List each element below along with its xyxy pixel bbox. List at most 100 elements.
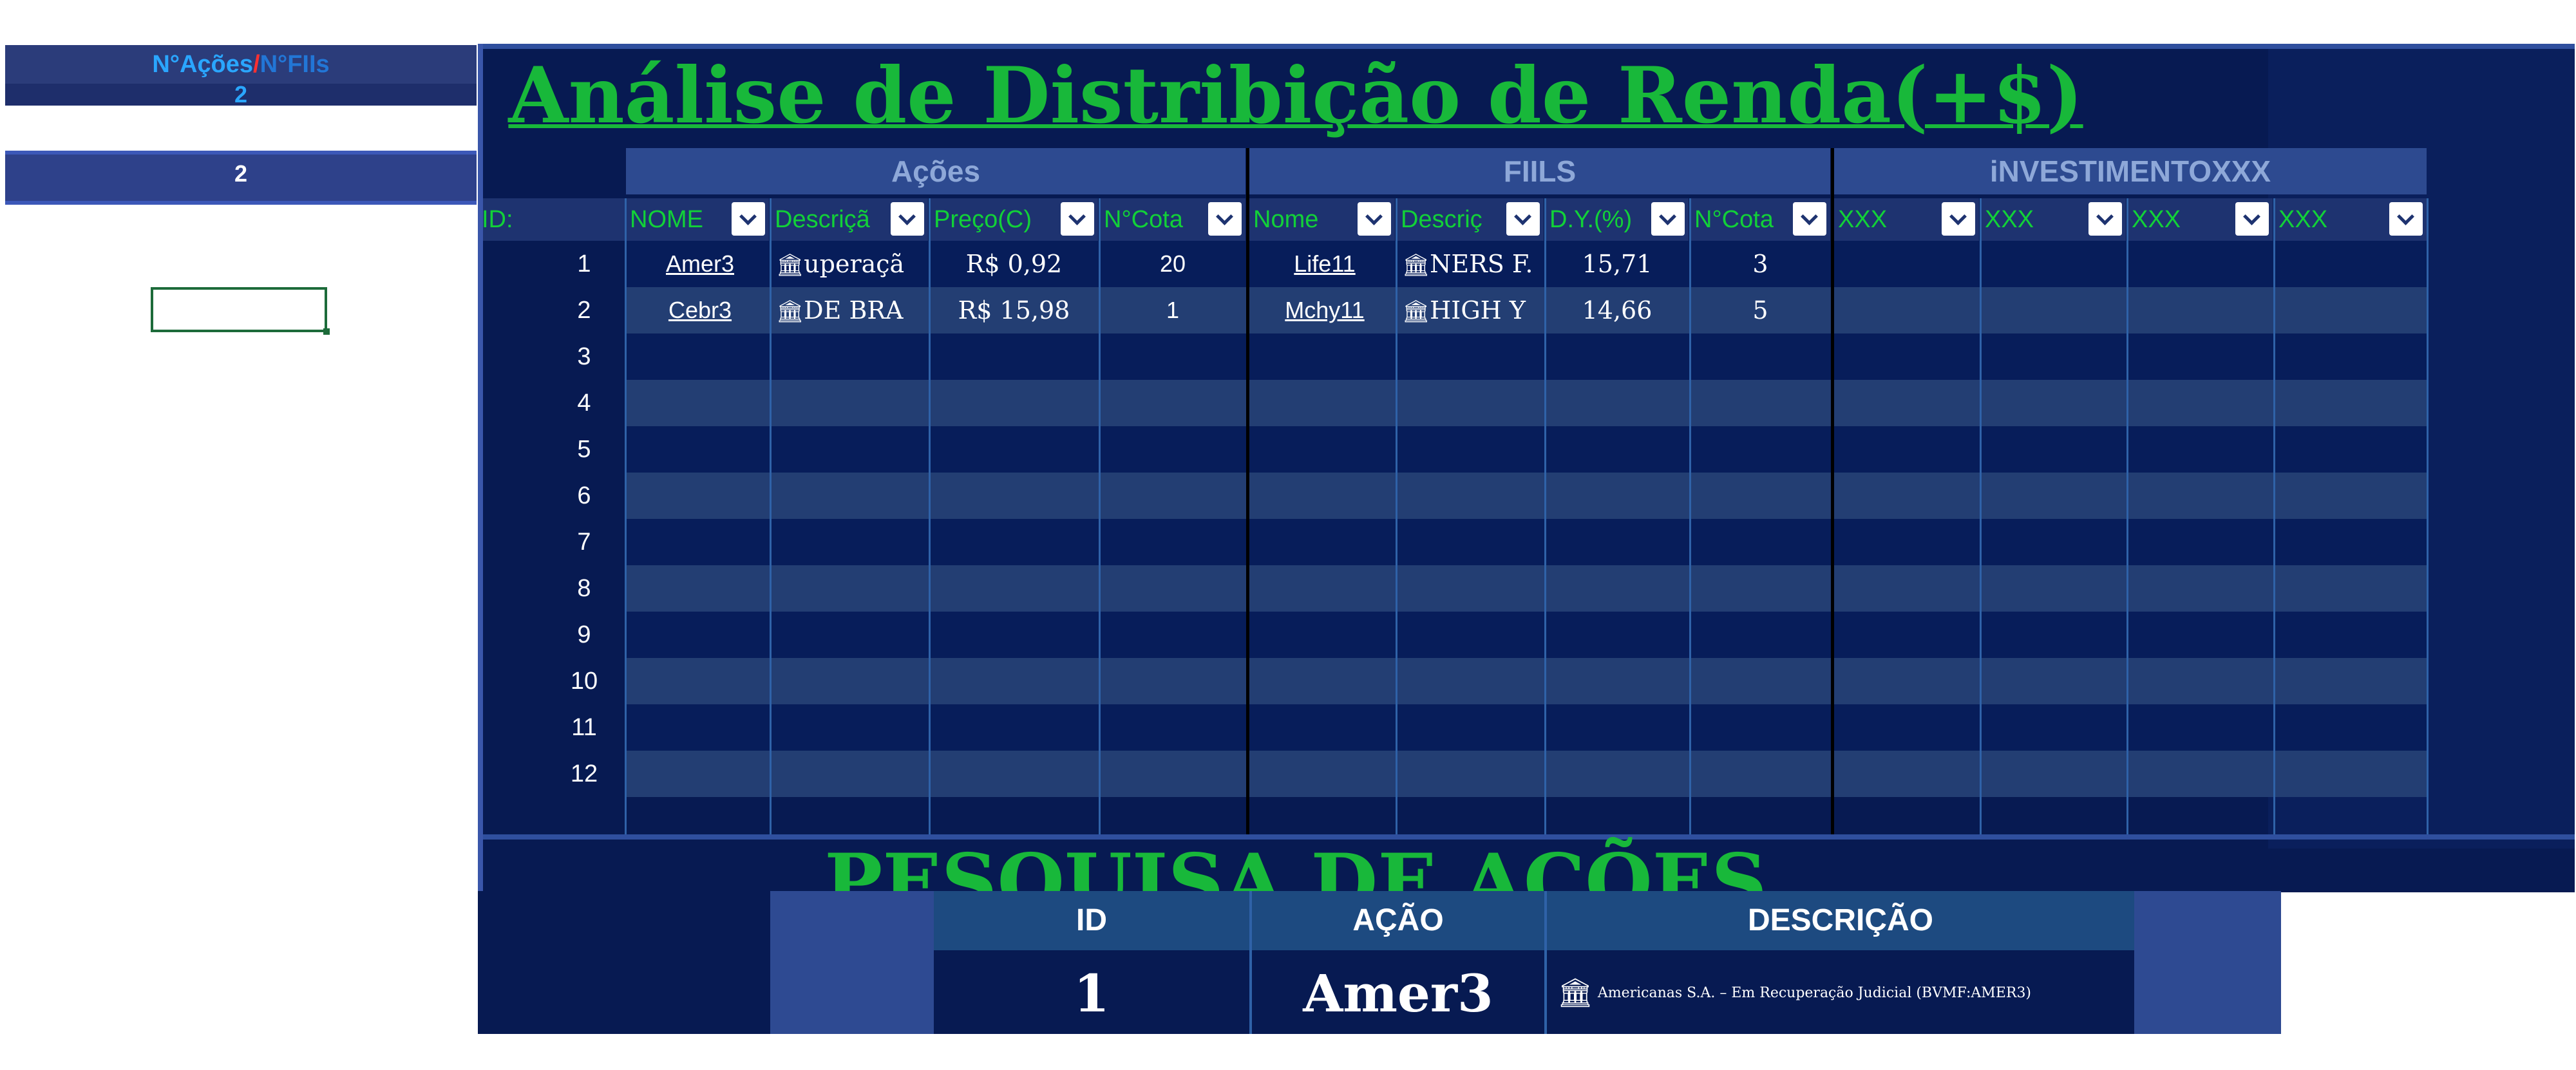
column-header-label: D.Y.(%) — [1549, 206, 1633, 233]
fii-nome-cell[interactable]: Mchy11 — [1249, 287, 1395, 333]
column-header-xxx-3[interactable]: XXX — [2128, 198, 2273, 241]
filter-dropdown-icon[interactable] — [732, 202, 765, 236]
table-row: 12 — [478, 751, 2427, 797]
fii-cotas-cell[interactable]: 5 — [1690, 287, 1830, 333]
table-row: 11 — [478, 704, 2427, 751]
summary-header: N°Ações/N°FIIs 2 — [5, 45, 477, 106]
panel-left-border — [478, 44, 483, 892]
row-id: 7 — [577, 529, 591, 556]
acao-nome-cell[interactable]: Amer3 — [626, 241, 769, 287]
filter-dropdown-icon[interactable] — [891, 202, 924, 236]
acoes-count-value[interactable]: 2 — [5, 83, 477, 106]
acao-cotas-cell[interactable]: 1 — [1100, 287, 1245, 333]
column-header-label: XXX — [1985, 206, 2034, 233]
row-id: 9 — [577, 621, 591, 648]
grid-line — [929, 198, 931, 836]
table-row: 7 — [478, 519, 2427, 565]
column-header-xxx-1[interactable]: XXX — [1834, 198, 1979, 241]
column-header-label: XXX — [1838, 206, 1888, 233]
row-band — [626, 333, 2427, 380]
group-divider — [1831, 148, 1834, 836]
column-header-descricao[interactable]: Descriçã — [771, 198, 928, 241]
filter-dropdown-icon[interactable] — [1793, 202, 1826, 236]
filter-dropdown-icon[interactable] — [2235, 202, 2269, 236]
search-results-table: ID AÇÃO DESCRIÇÃO 1 Amer3 🏛 Americanas S… — [934, 891, 2134, 1034]
fiis-count-value[interactable]: 2 — [5, 151, 477, 205]
bank-icon: 🏛 — [1402, 252, 1430, 278]
search-panel: ID AÇÃO DESCRIÇÃO 1 Amer3 🏛 Americanas S… — [478, 891, 2281, 1034]
grid-line — [2273, 198, 2275, 836]
fii-cotas-cell[interactable]: 3 — [1690, 241, 1830, 287]
search-result-descricao[interactable]: 🏛 Americanas S.A. – Em Recuperação Judic… — [1547, 953, 2134, 1034]
grid-line — [1689, 198, 1691, 836]
filter-dropdown-icon[interactable] — [1942, 202, 1975, 236]
fii-dy-cell[interactable]: 14,66 — [1546, 287, 1689, 333]
filter-dropdown-icon[interactable] — [2088, 202, 2122, 236]
search-result-id[interactable]: 1 — [934, 953, 1249, 1034]
selected-cell[interactable] — [151, 287, 330, 335]
acao-descricao-cell[interactable]: 🏛DE BRA — [771, 287, 928, 333]
search-header-id: ID — [934, 891, 1249, 950]
acao-nome-cell[interactable]: Cebr3 — [626, 287, 769, 333]
search-header-descricao: DESCRIÇÃO — [1547, 891, 2134, 950]
row-id: 3 — [577, 343, 591, 370]
grid-line — [625, 198, 627, 836]
row-band — [626, 704, 2427, 751]
column-header-label: Descriçã — [775, 206, 870, 233]
column-header-preco[interactable]: Preço(C) — [930, 198, 1098, 241]
column-header-label: Descriç — [1401, 206, 1482, 233]
search-result-descricao-text: Americanas S.A. – Em Recuperação Judicia… — [1597, 985, 2032, 1001]
group-divider — [1246, 148, 1249, 836]
filter-dropdown-icon[interactable] — [1506, 202, 1540, 236]
fill-handle[interactable] — [323, 328, 330, 335]
main-panel: Análise de Distribição de Renda(+$) Açõe… — [478, 44, 2575, 928]
column-header-xxx-4[interactable]: XXX — [2275, 198, 2427, 241]
page-title: Análise de Distribição de Renda(+$) — [508, 50, 2083, 141]
search-result-acao[interactable]: Amer3 — [1252, 953, 1544, 1034]
column-header-ncotas[interactable]: N°Cota — [1100, 198, 1245, 241]
row-id: 11 — [571, 714, 597, 741]
column-header-nome[interactable]: NOME — [626, 198, 769, 241]
table-row: 3 — [478, 333, 2427, 380]
fii-descricao-cell[interactable]: 🏛HIGH Y — [1397, 287, 1544, 333]
filter-dropdown-icon[interactable] — [1358, 202, 1391, 236]
filter-dropdown-icon[interactable] — [1208, 202, 1242, 236]
cell-text: DE BRA — [804, 296, 904, 324]
table-row: 8 — [478, 565, 2427, 612]
bank-icon: 🏛 — [776, 299, 804, 324]
row-id: 5 — [577, 436, 591, 463]
acao-preco-cell[interactable]: R$ 0,92 — [930, 241, 1098, 287]
row-id: 4 — [577, 390, 591, 417]
table-row: 2 Cebr3 🏛DE BRA R$ 15,98 1 Mchy11 🏛HIGH Y 14,66… — [478, 287, 2427, 333]
fii-dy-cell[interactable]: 15,71 — [1546, 241, 1689, 287]
table-row: 6 — [478, 473, 2427, 519]
column-header-fii-ncotas[interactable]: N°Cota — [1690, 198, 1830, 241]
column-header-fii-nome[interactable]: Nome — [1249, 198, 1395, 241]
filter-dropdown-icon[interactable] — [1651, 202, 1685, 236]
row-band — [626, 658, 2427, 704]
search-left-filler — [478, 891, 770, 1034]
row-id: 12 — [570, 760, 598, 787]
grid-line — [1099, 198, 1101, 836]
column-header-fii-descricao[interactable]: Descriç — [1397, 198, 1544, 241]
bank-icon: 🏛 — [776, 252, 804, 278]
fii-nome-cell[interactable]: Life11 — [1249, 241, 1395, 287]
row-id: 1 — [577, 250, 591, 277]
fii-descricao-cell[interactable]: 🏛NERS F. — [1397, 241, 1544, 287]
filter-dropdown-icon[interactable] — [2389, 202, 2423, 236]
row-id: 8 — [577, 575, 591, 602]
filter-dropdown-icon[interactable] — [1061, 202, 1094, 236]
acao-preco-cell[interactable]: R$ 15,98 — [930, 287, 1098, 333]
row-id: 10 — [570, 668, 598, 695]
row-band — [626, 612, 2427, 658]
column-header-label: Preço(C) — [934, 206, 1032, 233]
acao-cotas-cell[interactable]: 20 — [1100, 241, 1245, 287]
grid-line — [1396, 198, 1397, 836]
column-header-xxx-2[interactable]: XXX — [1981, 198, 2126, 241]
group-header-acoes: Ações — [626, 148, 1245, 194]
column-header-dy[interactable]: D.Y.(%) — [1546, 198, 1689, 241]
acao-descricao-cell[interactable]: 🏛uperaçã — [771, 241, 928, 287]
column-header-id: ID: — [478, 198, 626, 241]
column-header-label: N°Cota — [1694, 206, 1774, 233]
grid-line — [770, 198, 772, 836]
